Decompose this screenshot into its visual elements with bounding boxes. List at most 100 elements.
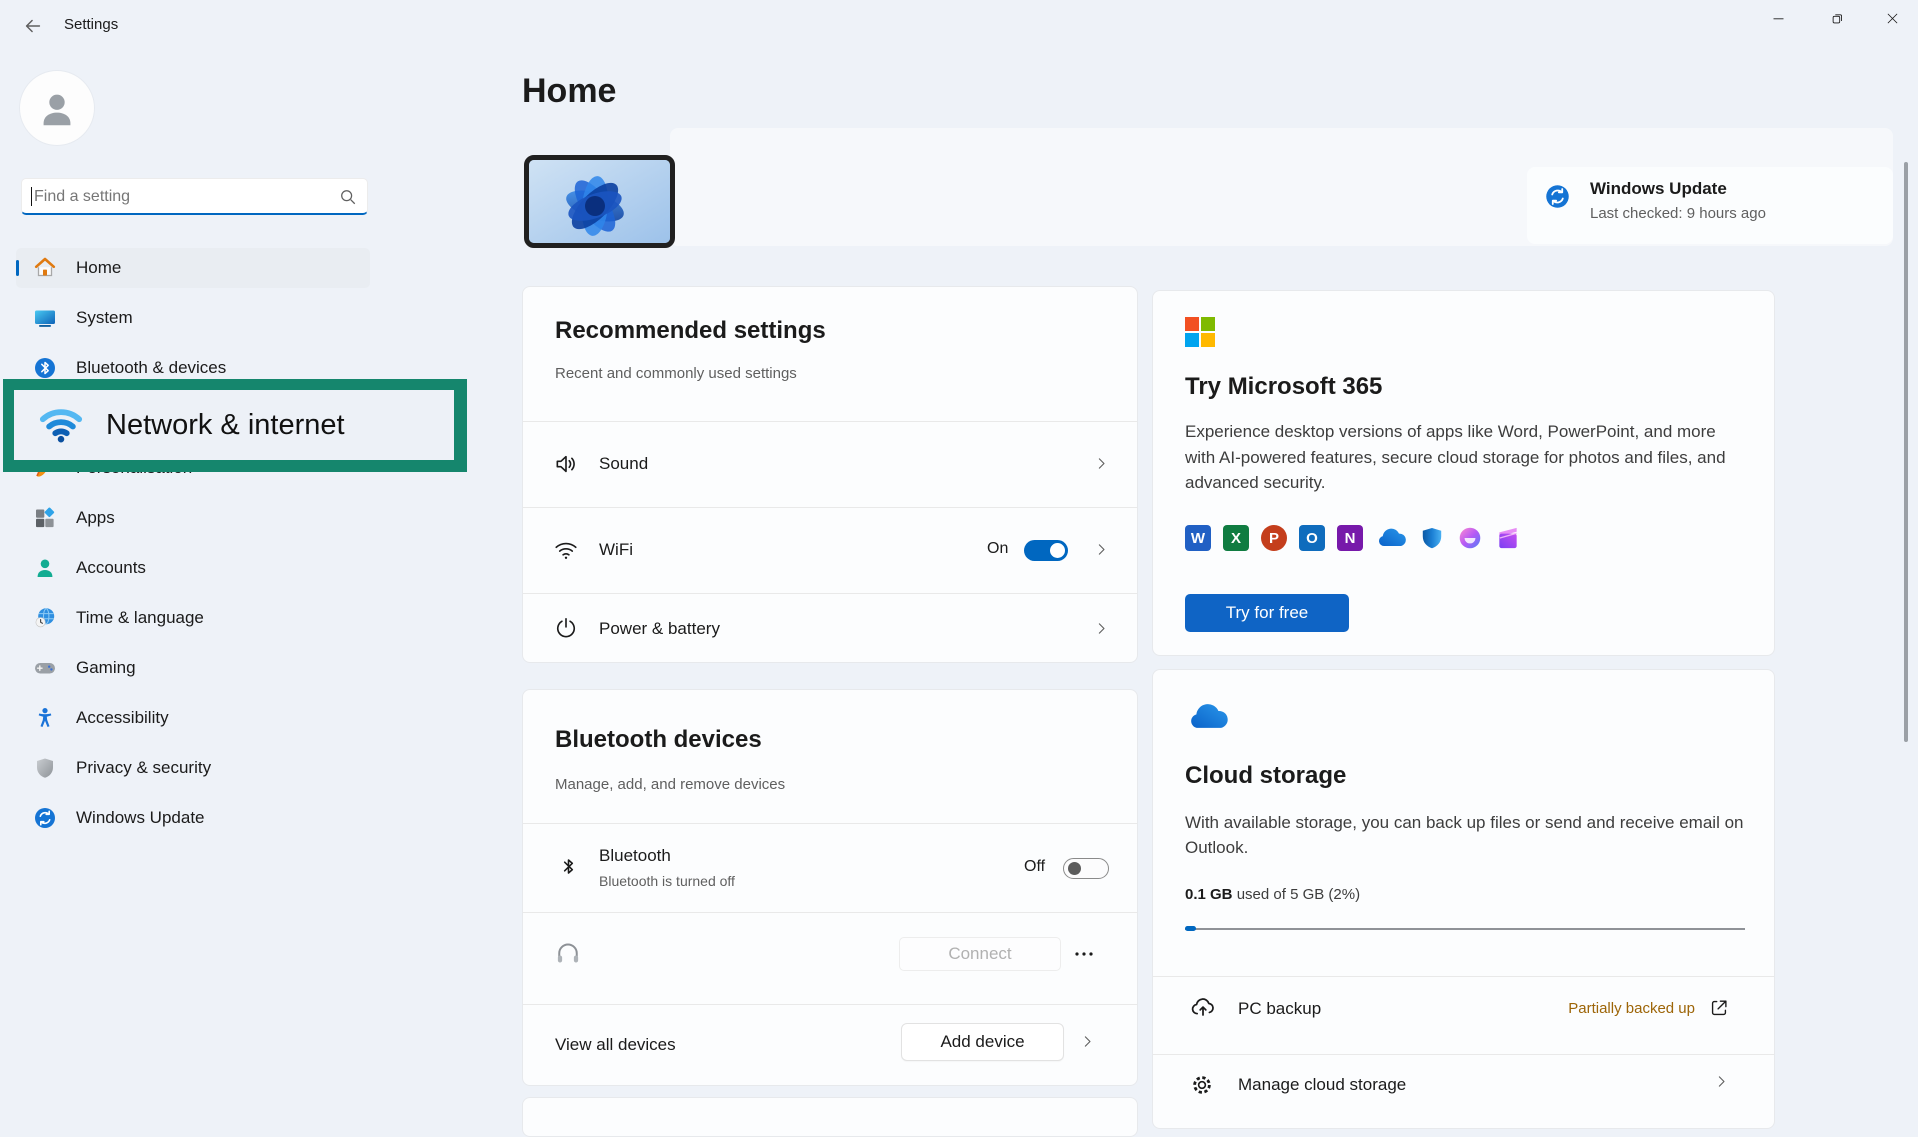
sidebar-item-label: Privacy & security — [76, 758, 211, 778]
person-icon — [34, 85, 80, 131]
window-title: Settings — [64, 16, 118, 33]
external-link-icon[interactable] — [1708, 997, 1730, 1019]
storage-progress-bar — [1185, 926, 1745, 931]
microsoft-logo — [1185, 317, 1215, 347]
search-box[interactable] — [21, 178, 368, 215]
try-for-free-button[interactable]: Try for free — [1185, 594, 1349, 632]
avatar[interactable] — [20, 71, 94, 145]
sidebar-item-accessibility[interactable]: Accessibility — [16, 698, 370, 738]
recommended-settings-card: Recommended settings Recent and commonly… — [522, 286, 1138, 663]
usage-detail: used of 5 GB (2%) — [1233, 886, 1361, 903]
wallpaper-thumbnail — [524, 155, 675, 248]
sidebar-item-gaming[interactable]: Gaming — [16, 648, 370, 688]
minimize-button[interactable] — [1755, 0, 1801, 36]
minimize-icon — [1771, 11, 1786, 26]
restore-button[interactable] — [1814, 0, 1860, 36]
divider — [1153, 976, 1774, 977]
wifi-icon — [38, 402, 84, 448]
close-icon — [1885, 11, 1900, 26]
clipchamp-icon — [1495, 525, 1521, 551]
divider — [523, 823, 1137, 824]
row-label: PC backup — [1238, 999, 1321, 1019]
windows-update-icon — [33, 806, 57, 830]
close-button[interactable] — [1869, 0, 1915, 36]
onenote-icon: N — [1337, 525, 1363, 551]
gear-icon — [1189, 1072, 1215, 1098]
sidebar-item-apps[interactable]: Apps — [16, 498, 370, 538]
sidebar-item-label: Gaming — [76, 658, 136, 678]
word-icon: W — [1185, 525, 1211, 551]
card-title: Recommended settings — [555, 317, 826, 345]
sidebar-item-label: Windows Update — [76, 808, 205, 828]
more-options-icon[interactable] — [1074, 948, 1094, 960]
sidebar-item-time-language[interactable]: Time & language — [16, 598, 370, 638]
row-label: Sound — [599, 454, 648, 474]
sidebar-item-windows-update[interactable]: Windows Update — [16, 798, 370, 838]
update-status-title: Windows Update — [1590, 179, 1727, 199]
powerpoint-icon: P — [1261, 525, 1287, 551]
headphones-icon — [553, 938, 583, 968]
bluetooth-devices-card: Bluetooth devices Manage, add, and remov… — [522, 689, 1138, 1086]
time-language-icon — [33, 606, 57, 630]
annotation-highlight-box[interactable]: Network & internet — [3, 379, 467, 472]
chevron-right-icon — [1093, 541, 1110, 558]
back-arrow-icon — [22, 15, 44, 37]
row-label: Power & battery — [599, 619, 720, 639]
restore-icon — [1830, 11, 1845, 26]
card-body: With available storage, you can back up … — [1185, 810, 1750, 860]
annotation-label: Network & internet — [106, 409, 345, 442]
back-button[interactable] — [22, 15, 44, 37]
app-icons-row: W X P O N — [1185, 525, 1521, 551]
divider — [523, 507, 1137, 508]
scrollbar[interactable] — [1904, 162, 1908, 742]
sidebar-item-system[interactable]: System — [16, 298, 370, 338]
row-label: Manage cloud storage — [1238, 1075, 1406, 1095]
chevron-right-icon — [1093, 455, 1110, 472]
microsoft-365-card: Try Microsoft 365 Experience desktop ver… — [1152, 290, 1775, 656]
wifi-toggle[interactable] — [1024, 540, 1068, 561]
speaker-icon — [553, 451, 579, 477]
sidebar-item-label: Bluetooth & devices — [76, 358, 226, 378]
row-label: WiFi — [599, 540, 633, 560]
sidebar-item-label: Apps — [76, 508, 115, 528]
chevron-right-icon — [1093, 620, 1110, 637]
next-card-partial — [522, 1097, 1138, 1137]
toggle-state-label: On — [987, 540, 1008, 558]
toggle-state-label: Off — [1024, 858, 1045, 876]
card-body: Experience desktop versions of apps like… — [1185, 419, 1745, 496]
card-subtitle: Manage, add, and remove devices — [555, 776, 785, 793]
connect-button[interactable]: Connect — [899, 937, 1061, 971]
sidebar-item-home[interactable]: Home — [16, 248, 370, 288]
card-subtitle: Recent and commonly used settings — [555, 365, 797, 382]
shield-icon — [33, 756, 57, 780]
selected-indicator — [16, 260, 19, 276]
divider — [523, 1004, 1137, 1005]
windows-update-icon — [1544, 183, 1571, 210]
card-title: Try Microsoft 365 — [1185, 373, 1382, 401]
progress-fill — [1185, 926, 1196, 931]
sidebar-item-privacy-security[interactable]: Privacy & security — [16, 748, 370, 788]
divider — [523, 912, 1137, 913]
chevron-right-icon — [1713, 1073, 1730, 1090]
card-title: Cloud storage — [1185, 762, 1346, 790]
page-title: Home — [522, 72, 616, 111]
bluetooth-toggle[interactable] — [1063, 858, 1109, 879]
divider — [1153, 1054, 1774, 1055]
bluetooth-icon — [555, 853, 582, 880]
outlook-icon: O — [1299, 525, 1325, 551]
sidebar-item-label: Accounts — [76, 558, 146, 578]
usage-amount: 0.1 GB — [1185, 886, 1233, 903]
sidebar-item-accounts[interactable]: Accounts — [16, 548, 370, 588]
windows-update-status-card[interactable]: Windows Update Last checked: 9 hours ago — [1527, 167, 1893, 244]
copilot-icon — [1457, 525, 1483, 551]
apps-icon — [33, 506, 57, 530]
sidebar-item-label: Home — [76, 258, 121, 278]
add-device-button[interactable]: Add device — [901, 1023, 1064, 1061]
cloud-storage-card: Cloud storage With available storage, yo… — [1152, 669, 1775, 1129]
power-icon — [553, 615, 579, 641]
titlebar: Settings — [0, 0, 1918, 50]
search-input[interactable] — [32, 181, 336, 212]
storage-usage-text: 0.1 GB used of 5 GB (2%) — [1185, 886, 1360, 903]
card-title: Bluetooth devices — [555, 726, 762, 754]
sidebar-item-label: System — [76, 308, 133, 328]
